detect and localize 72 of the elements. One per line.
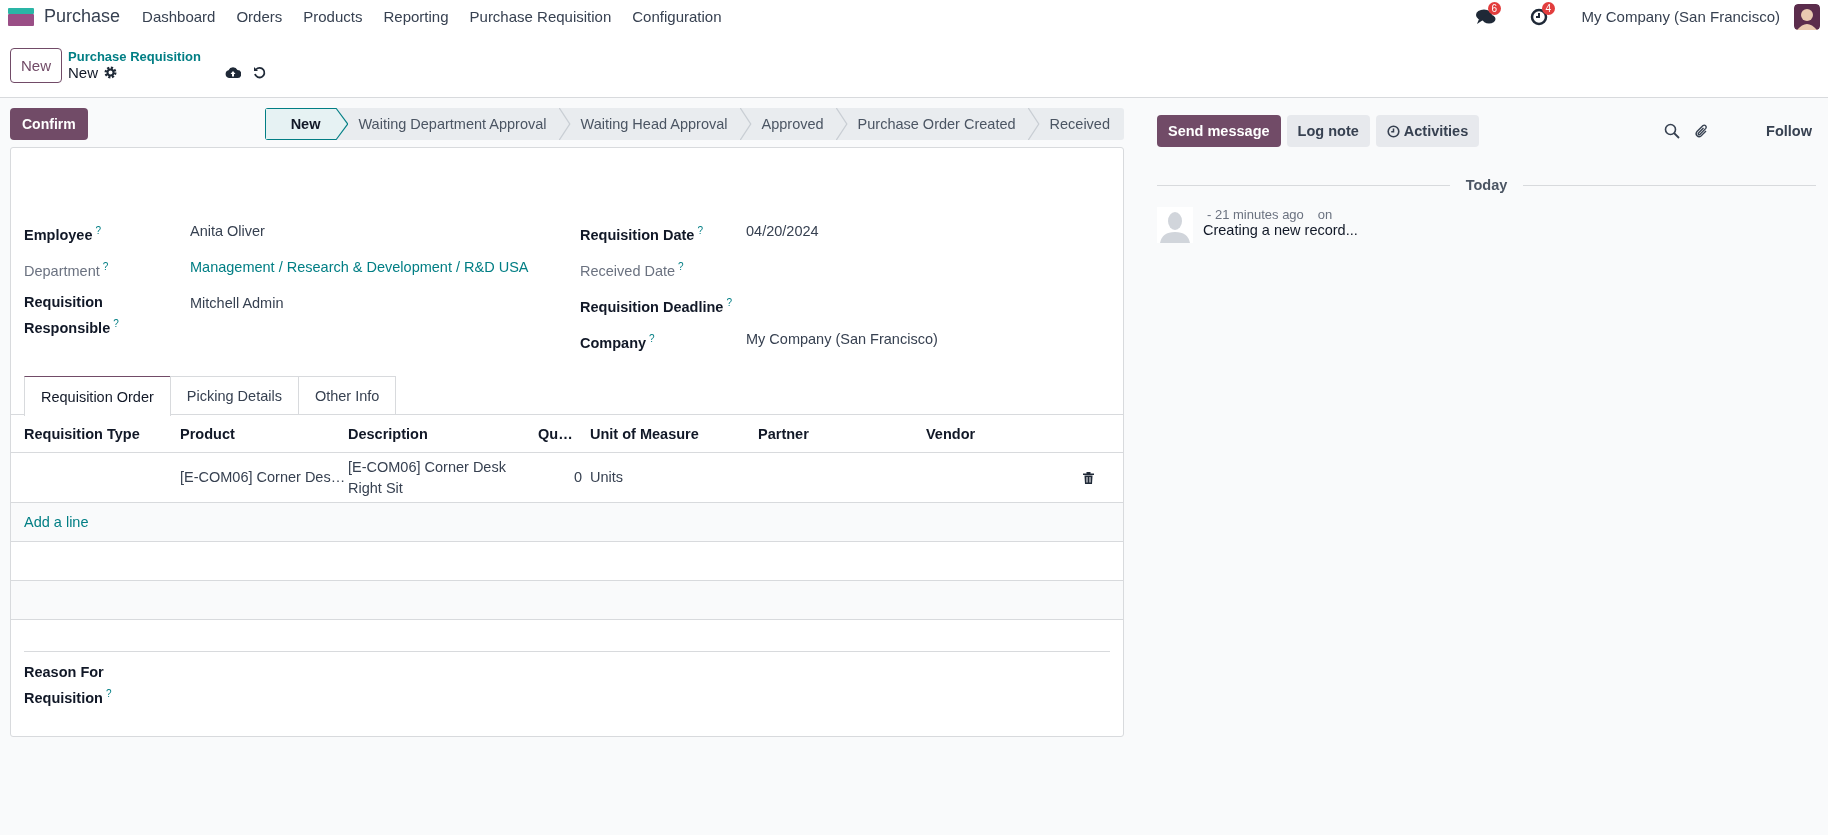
date-separator: Today bbox=[1465, 177, 1508, 193]
message-meta: on bbox=[1317, 207, 1333, 222]
chatter-button[interactable]: Activities bbox=[1375, 115, 1480, 147]
column-header[interactable]: Partner bbox=[758, 415, 926, 453]
table-cell-text: [E-COM06] Corner Desk Right Sit bbox=[348, 457, 507, 498]
column-header[interactable]: Vendor bbox=[926, 415, 1083, 453]
message-body: Creating a new record... bbox=[1203, 222, 1358, 238]
follow-button[interactable]: Follow bbox=[1766, 123, 1812, 139]
table-cell-text: 0 bbox=[573, 468, 582, 487]
tab[interactable]: Other Info bbox=[297, 376, 397, 414]
field-label: Received Date $^{?}$ bbox=[580, 260, 685, 281]
help-mark[interactable]: ? bbox=[649, 333, 655, 344]
chatter-button[interactable]: Send message bbox=[1157, 115, 1281, 147]
app-logo-icon[interactable] bbox=[8, 7, 34, 26]
help-mark[interactable]: ? bbox=[102, 261, 109, 272]
cloud-upload-icon[interactable] bbox=[224, 65, 241, 78]
menu-item[interactable]: Purchase Requisition bbox=[469, 8, 612, 25]
search-icon[interactable] bbox=[1664, 122, 1681, 139]
column-header[interactable]: Unit of Measure bbox=[590, 415, 758, 453]
help-mark[interactable]: ? bbox=[678, 261, 684, 272]
help-mark[interactable]: ? bbox=[726, 297, 732, 308]
message-count-badge: 6 bbox=[1487, 1, 1502, 15]
field-label: Requisition Date $^{?}$ bbox=[580, 224, 704, 245]
field-link[interactable]: Management / Research & Development / R&D USA bbox=[190, 256, 580, 278]
field-value: Mitchell Admin bbox=[190, 294, 285, 313]
add-line-link[interactable]: Add a line bbox=[24, 514, 89, 530]
column-header[interactable]: Requisition Type bbox=[24, 415, 180, 453]
menu-item[interactable]: Products bbox=[303, 8, 363, 25]
discard-icon[interactable] bbox=[252, 65, 266, 79]
table-cell-text: [E-COM06] Corner Des… bbox=[180, 468, 346, 487]
avatar-silhouette bbox=[1157, 207, 1193, 243]
chatter-button[interactable]: Log note bbox=[1286, 115, 1370, 147]
column-header[interactable]: Product bbox=[180, 415, 348, 453]
menu-item[interactable]: Reporting bbox=[383, 8, 449, 25]
status-stage[interactable]: Approved bbox=[751, 108, 848, 140]
status-stage[interactable]: Received bbox=[1039, 108, 1124, 140]
field-value: Anita Oliver bbox=[190, 222, 266, 241]
settings-icon[interactable] bbox=[104, 66, 118, 79]
menu-item[interactable]: Orders bbox=[236, 8, 283, 25]
help-mark[interactable]: ? bbox=[95, 225, 102, 236]
menu-item[interactable]: Dashboard bbox=[142, 8, 216, 25]
field-label: Department $^{?}$ bbox=[24, 260, 110, 281]
status-stage[interactable]: New bbox=[264, 108, 349, 140]
menu-item[interactable]: Configuration bbox=[632, 8, 722, 25]
record-name: New bbox=[68, 64, 99, 81]
column-header[interactable]: Qu… bbox=[538, 415, 590, 453]
field-value: 04/20/2024 bbox=[746, 222, 820, 241]
tab[interactable]: Requisition Order bbox=[24, 376, 171, 416]
field-label: Company $^{?}$ bbox=[580, 332, 656, 353]
field-label: Requisition Responsible $^{?}$ bbox=[24, 293, 120, 338]
field-label: Reason For Requisition $^{?}$ bbox=[24, 663, 113, 708]
new-button[interactable]: New bbox=[10, 47, 62, 83]
company-switcher[interactable]: My Company (San Francisco) bbox=[1581, 8, 1780, 25]
clock-icon bbox=[1386, 124, 1400, 138]
message-time: - 21 minutes ago bbox=[1207, 207, 1304, 222]
app-name[interactable]: Purchase bbox=[44, 6, 121, 27]
help-mark[interactable]: ? bbox=[105, 688, 112, 699]
field-value: My Company (San Francisco) bbox=[746, 330, 939, 349]
table-cell-text: Units bbox=[590, 468, 624, 487]
delete-icon[interactable] bbox=[1083, 471, 1094, 484]
help-mark[interactable]: ? bbox=[697, 225, 703, 236]
status-stage[interactable]: Waiting Head Approval bbox=[570, 108, 752, 140]
help-mark[interactable]: ? bbox=[113, 318, 119, 329]
column-header[interactable]: Description bbox=[348, 415, 538, 453]
status-stage[interactable]: Waiting Department Approval bbox=[348, 108, 571, 140]
breadcrumb-link[interactable]: Purchase Requisition bbox=[68, 49, 201, 64]
field-label: Requisition Deadline $^{?}$ bbox=[580, 296, 733, 317]
user-avatar[interactable] bbox=[1794, 3, 1820, 30]
activity-count-badge: 4 bbox=[1541, 1, 1556, 15]
status-stage[interactable]: Purchase Order Created bbox=[847, 108, 1040, 140]
field-label: Employee $^{?}$ bbox=[24, 224, 103, 245]
confirm-button[interactable]: Confirm bbox=[10, 108, 88, 140]
